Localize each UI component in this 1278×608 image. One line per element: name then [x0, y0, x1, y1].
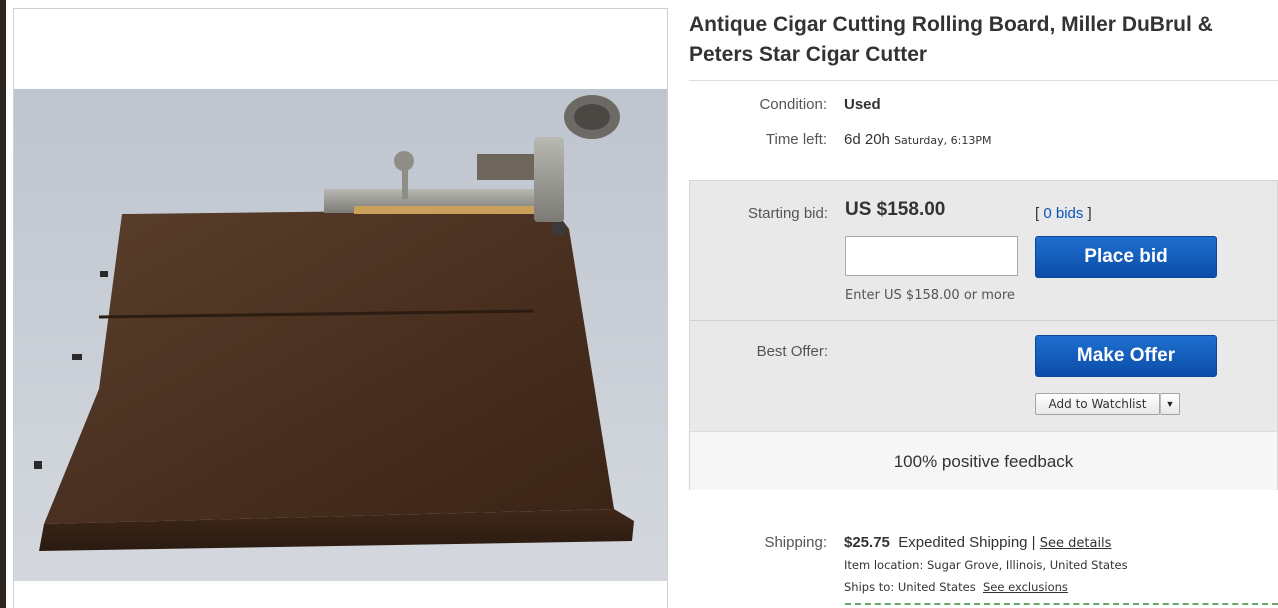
product-photo[interactable] — [14, 89, 667, 581]
make-offer-button[interactable]: Make Offer — [1035, 335, 1217, 377]
shipping-method: Expedited Shipping — [898, 534, 1028, 551]
condition-value: Used — [844, 96, 881, 113]
bid-hint: Enter US $158.00 or more — [845, 288, 1015, 303]
ships-to-label: Ships to: — [844, 580, 895, 594]
section-divider — [845, 603, 1278, 605]
item-location-value: Sugar Grove, Illinois, United States — [927, 558, 1128, 572]
time-left-end: Saturday, 6:13PM — [894, 134, 992, 147]
time-left: 6d 20h Saturday, 6:13PM — [844, 131, 991, 148]
bid-amount-input[interactable] — [845, 236, 1018, 276]
item-location: Item location: Sugar Grove, Illinois, Un… — [844, 558, 1128, 572]
bid-count-link[interactable]: 0 bids — [1043, 205, 1083, 222]
see-exclusions-link[interactable]: See exclusions — [983, 580, 1068, 594]
window-edge — [0, 0, 6, 608]
cigar-board-image — [14, 89, 667, 581]
title-divider — [689, 80, 1278, 81]
shipping-separator: | — [1031, 534, 1036, 551]
time-left-label: Time left: — [765, 131, 827, 148]
best-offer-label: Best Offer: — [756, 343, 828, 360]
bid-count: [ 0 bids ] — [1035, 205, 1092, 222]
shipping-price: $25.75 — [844, 534, 890, 551]
condition-label: Condition: — [759, 96, 827, 113]
place-bid-button[interactable]: Place bid — [1035, 236, 1217, 278]
ships-to: Ships to: United States See exclusions — [844, 580, 1068, 594]
caret-down-icon[interactable]: ▼ — [1160, 393, 1180, 415]
positive-feedback: 100% positive feedback — [893, 452, 1074, 471]
image-gallery — [13, 8, 668, 608]
starting-bid-value: US $158.00 — [845, 199, 946, 220]
ships-to-value: United States — [897, 580, 976, 594]
shipping-line: $25.75 Expedited Shipping | See details — [844, 534, 1111, 551]
add-to-watchlist-button[interactable]: Add to Watchlist — [1035, 393, 1160, 415]
feedback-band: 100% positive feedback — [690, 431, 1277, 490]
listing-title: Antique Cigar Cutting Rolling Board, Mil… — [689, 13, 1213, 66]
panel-divider — [690, 320, 1277, 321]
bid-count-close: ] — [1083, 205, 1092, 222]
item-location-label: Item location: — [844, 558, 924, 572]
see-details-link[interactable]: See details — [1040, 536, 1112, 551]
starting-bid-label: Starting bid: — [747, 205, 828, 222]
shipping-label: Shipping: — [764, 534, 827, 551]
time-left-value: 6d 20h — [844, 131, 890, 148]
bid-panel: Starting bid: US $158.00 [ 0 bids ] Plac… — [689, 180, 1278, 490]
